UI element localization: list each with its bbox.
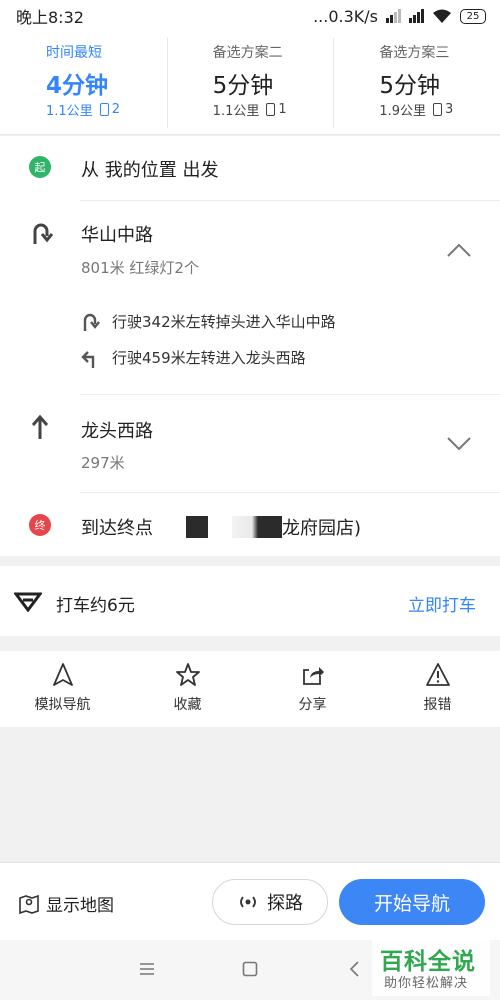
probe-route-button[interactable]: 探路 <box>212 879 328 925</box>
start-navigation-button[interactable]: 开始导航 <box>339 879 485 925</box>
back-icon[interactable] <box>348 961 360 977</box>
route-lights: 1 <box>278 102 287 117</box>
network-speed: ...0.3K/s <box>313 6 378 26</box>
route-distance: 1.1公里 <box>46 104 93 119</box>
route-option-2[interactable]: 备选方案二 5分钟 1.1公里 1 <box>166 32 334 134</box>
taxi-logo-icon <box>14 592 42 612</box>
route-options: 时间最短 4分钟 1.1公里 2 备选方案二 5分钟 1.1公里 1 备选方案三… <box>0 32 500 135</box>
watermark-title: 百科全说 <box>380 949 476 975</box>
home-icon[interactable] <box>242 961 258 977</box>
u-turn-small-icon <box>83 313 100 331</box>
road-detail: 297米 <box>81 454 125 472</box>
traffic-light-icon <box>266 103 276 116</box>
route-time: 5分钟 <box>379 73 440 99</box>
watermark-subtitle: 助你轻松解决 <box>384 976 469 991</box>
road-name: 华山中路 <box>81 225 153 246</box>
redacted-block <box>186 516 208 538</box>
substep: 行驶459米左转进入龙头西路 <box>112 349 306 367</box>
status-time: 晚上8:32 <box>16 8 84 27</box>
report-error-button[interactable]: 报错 <box>375 651 500 727</box>
route-option-3[interactable]: 备选方案三 5分钟 1.9公里 3 <box>333 32 500 134</box>
status-bar: 晚上8:32 ...0.3K/s 25 <box>0 0 500 32</box>
route-distance: 1.1公里 <box>212 104 260 119</box>
route-lights: 3 <box>445 102 454 117</box>
probe-label: 探路 <box>267 893 303 914</box>
route-distance: 1.9公里 <box>379 104 427 119</box>
end-text: 到达终点 <box>81 518 153 539</box>
start-badge: 起 <box>29 156 51 178</box>
show-map-label: 显示地图 <box>46 896 114 916</box>
battery-icon: 25 <box>460 8 486 24</box>
u-turn-icon <box>33 223 53 244</box>
navigate-arrow-icon <box>52 663 73 686</box>
action-label: 收藏 <box>173 697 202 713</box>
redacted-block <box>232 516 282 538</box>
signal-weak-icon <box>386 9 401 23</box>
action-label: 报错 <box>423 697 452 713</box>
menu-icon[interactable] <box>138 962 156 976</box>
map-pin-icon <box>19 894 39 914</box>
substep: 行驶342米左转掉头进入华山中路 <box>112 313 336 331</box>
action-bar: 模拟导航 收藏 分享 报错 <box>0 651 500 727</box>
action-label: 模拟导航 <box>34 697 91 713</box>
traffic-light-icon <box>433 103 443 116</box>
show-map-button[interactable]: 显示地图 <box>18 891 114 916</box>
divider <box>80 492 500 493</box>
warning-icon <box>425 663 450 686</box>
road-name: 龙头西路 <box>81 421 153 442</box>
route-meta: 1.9公里 3 <box>379 100 500 119</box>
route-lights: 2 <box>111 102 120 117</box>
chevron-down-icon[interactable] <box>446 436 472 452</box>
share-button[interactable]: 分享 <box>250 651 375 727</box>
status-indicators: ...0.3K/s 25 <box>313 7 486 26</box>
simulate-nav-button[interactable]: 模拟导航 <box>0 651 125 727</box>
route-label: 时间最短 <box>46 45 102 61</box>
route-label: 备选方案三 <box>379 45 450 61</box>
call-taxi-button[interactable]: 立即打车 <box>408 591 476 616</box>
end-place: 龙府园店) <box>282 518 362 539</box>
favorite-button[interactable]: 收藏 <box>125 651 250 727</box>
broadcast-icon <box>240 896 256 908</box>
route-time: 5分钟 <box>212 73 274 99</box>
taxi-price: 打车约6元 <box>56 596 135 616</box>
wifi-icon <box>433 9 451 23</box>
start-text: 从 我的位置 出发 <box>81 160 219 181</box>
straight-arrow-icon <box>31 414 49 439</box>
watermark: 百科全说 助你轻松解决 <box>372 940 490 996</box>
share-icon <box>302 667 324 685</box>
road-detail: 801米 红绿灯2个 <box>81 259 199 277</box>
route-option-1[interactable]: 时间最短 4分钟 1.1公里 2 <box>0 32 167 134</box>
taxi-row: 打车约6元 立即打车 <box>0 566 500 636</box>
traffic-light-icon <box>99 103 109 116</box>
route-steps: 起 从 我的位置 出发 华山中路 801米 红绿灯2个 行驶342米左转掉头进入… <box>0 136 500 556</box>
star-icon <box>175 663 200 686</box>
step-longtou[interactable]: 龙头西路 297米 <box>0 394 500 492</box>
bottom-bar: 显示地图 探路 开始导航 <box>0 862 500 940</box>
step-huashan[interactable]: 华山中路 801米 红绿灯2个 行驶342米左转掉头进入华山中路 行驶459米左… <box>0 200 500 394</box>
chevron-up-icon[interactable] <box>446 242 472 258</box>
route-meta: 1.1公里 1 <box>213 100 334 119</box>
end-badge: 终 <box>29 514 51 536</box>
signal-icon <box>409 9 424 23</box>
route-time: 4分钟 <box>46 73 109 99</box>
turn-left-icon <box>81 351 95 368</box>
action-label: 分享 <box>298 697 327 713</box>
route-label: 备选方案二 <box>212 45 283 61</box>
route-meta: 1.1公里 2 <box>46 100 167 119</box>
